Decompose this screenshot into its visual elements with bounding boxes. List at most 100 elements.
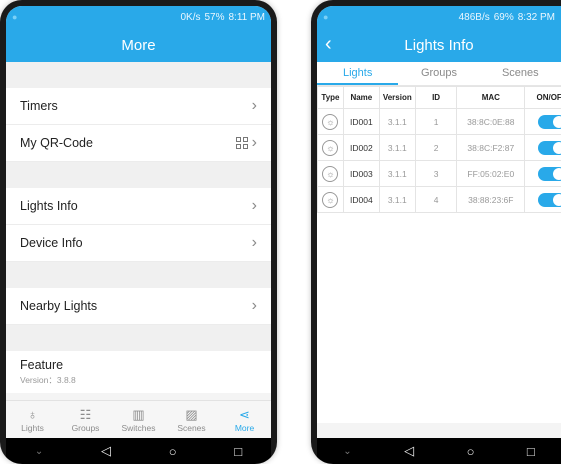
bulb-icon: ☼ <box>322 139 339 156</box>
page-title: Lights Info <box>404 36 474 54</box>
version-cell: 3.1.1 <box>378 108 416 135</box>
bulb-icon: ♁ <box>27 406 38 422</box>
app-bar: ‹ Lights Info <box>317 28 561 62</box>
recents-nav-icon[interactable]: □ <box>234 444 242 459</box>
version-cell: 3.1.1 <box>378 160 416 187</box>
name-cell: ID002 <box>342 134 380 161</box>
power-toggle[interactable] <box>537 166 561 181</box>
type-cell: ☼ <box>317 186 344 213</box>
share-icon: ⋖ <box>239 406 250 422</box>
chevron-down-icon[interactable]: ⌄ <box>343 446 351 457</box>
app-bar: More <box>6 28 271 62</box>
network-speed: 0K/s <box>180 11 201 23</box>
mac-cell: FF:05:02:E0 <box>456 160 526 187</box>
device-info-row[interactable]: Device Info › <box>6 225 271 262</box>
chevron-right-icon: › <box>251 234 257 251</box>
version-cell: 3.1.1 <box>378 186 416 213</box>
column-header: Version <box>378 86 416 109</box>
lights-table: Type Name Version ID MAC ON/OFF ☼ ID001 … <box>317 86 561 213</box>
id-cell: 1 <box>414 108 458 135</box>
home-nav-icon[interactable]: ○ <box>467 444 475 459</box>
onoff-cell <box>524 134 561 161</box>
notification-icon: ● <box>323 12 329 22</box>
bottom-tab-bar: ♁ Lights ☷ Groups ▥ Switches ▨ Scenes ⋖ … <box>6 400 271 438</box>
type-cell: ☼ <box>317 108 344 135</box>
tab-scenes[interactable]: ▨ Scenes <box>165 401 218 438</box>
tab-label: Scenes <box>177 422 206 433</box>
section-gap <box>6 62 271 88</box>
type-cell: ☼ <box>317 160 344 187</box>
status-bar: ● 0K/s 57% 8:11 PM <box>6 6 271 28</box>
battery-level: 69% <box>493 11 514 23</box>
home-nav-icon[interactable]: ○ <box>169 444 177 459</box>
tab-switches[interactable]: ▥ Switches <box>112 401 165 438</box>
clock: 8:32 PM <box>517 11 555 23</box>
nearby-lights-row[interactable]: Nearby Lights › <box>6 288 271 325</box>
tab-label: Switches <box>121 422 156 433</box>
system-nav-bar: ⌄ ◁ ○ □ <box>317 438 561 464</box>
scene-icon: ▨ <box>185 406 198 422</box>
lights-info-screen: ● 486B/s 69% 8:32 PM ‹ Lights Info Light… <box>317 6 561 464</box>
power-toggle[interactable] <box>537 140 561 155</box>
qr-code-row[interactable]: My QR-Code › <box>6 125 271 162</box>
system-nav-bar: ⌄ ◁ ○ □ <box>6 438 271 464</box>
status-bar: ● 486B/s 69% 8:32 PM <box>317 6 561 28</box>
battery-level: 57% <box>204 11 225 23</box>
table-row[interactable]: ☼ ID001 3.1.1 1 38:8C:0E:88 <box>317 108 561 135</box>
bulb-icon: ☼ <box>322 165 339 182</box>
tab-lights[interactable]: ♁ Lights <box>6 401 59 438</box>
column-header: ID <box>414 86 458 109</box>
tab-lights[interactable]: Lights <box>317 62 399 85</box>
back-nav-icon[interactable]: ◁ <box>101 443 111 459</box>
timers-row[interactable]: Timers › <box>6 88 271 125</box>
timers-label: Timers <box>20 99 58 113</box>
type-cell: ☼ <box>317 134 344 161</box>
lights-info-label: Lights Info <box>20 199 78 213</box>
column-header: ON/OFF <box>524 86 561 109</box>
mac-cell: 38:8C:0E:88 <box>456 108 526 135</box>
clock: 8:11 PM <box>228 11 266 23</box>
recents-nav-icon[interactable]: □ <box>527 444 535 459</box>
tab-scenes[interactable]: Scenes <box>480 62 561 85</box>
mac-cell: 38:8C:F2:87 <box>456 134 526 161</box>
chevron-down-icon[interactable]: ⌄ <box>35 446 43 457</box>
phone-lights-info-screen: ● 486B/s 69% 8:32 PM ‹ Lights Info Light… <box>311 0 561 464</box>
chevron-right-icon: › <box>251 134 257 151</box>
id-cell: 2 <box>414 134 458 161</box>
tab-more[interactable]: ⋖ More <box>218 401 271 438</box>
onoff-cell <box>524 186 561 213</box>
bulb-icon: ☼ <box>322 191 339 208</box>
chevron-right-icon: › <box>251 297 257 314</box>
tab-groups[interactable]: Groups <box>398 62 479 85</box>
column-header: Name <box>342 86 380 109</box>
table-header-row: Type Name Version ID MAC ON/OFF <box>317 86 561 109</box>
power-toggle[interactable] <box>537 192 561 207</box>
qr-code-icon <box>235 137 248 149</box>
bulb-icon: ☼ <box>322 113 339 130</box>
section-gap <box>6 162 271 188</box>
tab-groups[interactable]: ☷ Groups <box>59 401 112 438</box>
lights-info-row[interactable]: Lights Info › <box>6 188 271 225</box>
section-gap <box>6 262 271 288</box>
phone-more-screen: ● 0K/s 57% 8:11 PM More Timers › My QR-C… <box>0 0 277 464</box>
nearby-lights-label: Nearby Lights <box>20 299 98 313</box>
name-cell: ID004 <box>342 186 380 213</box>
column-header: Type <box>317 86 344 109</box>
table-row[interactable]: ☼ ID003 3.1.1 3 FF:05:02:E0 <box>317 160 561 187</box>
table-row[interactable]: ☼ ID004 3.1.1 4 38:88:23:6F <box>317 186 561 213</box>
notification-icon: ● <box>12 12 18 22</box>
feature-label: Feature <box>20 358 64 372</box>
tab-label: Groups <box>71 422 100 433</box>
sub-tab-bar: Lights Groups Scenes <box>317 62 561 86</box>
table-row[interactable]: ☼ ID002 3.1.1 2 38:8C:F2:87 <box>317 134 561 161</box>
name-cell: ID003 <box>342 160 380 187</box>
version-cell: 3.1.1 <box>378 134 416 161</box>
column-header: MAC <box>456 86 526 109</box>
back-nav-icon[interactable]: ◁ <box>404 443 414 459</box>
feature-row[interactable]: Feature Version：3.8.8 <box>6 351 271 393</box>
empty-area <box>317 213 561 423</box>
onoff-cell <box>524 160 561 187</box>
id-cell: 4 <box>414 186 458 213</box>
back-arrow-icon[interactable]: ‹ <box>325 33 332 55</box>
power-toggle[interactable] <box>537 114 561 129</box>
